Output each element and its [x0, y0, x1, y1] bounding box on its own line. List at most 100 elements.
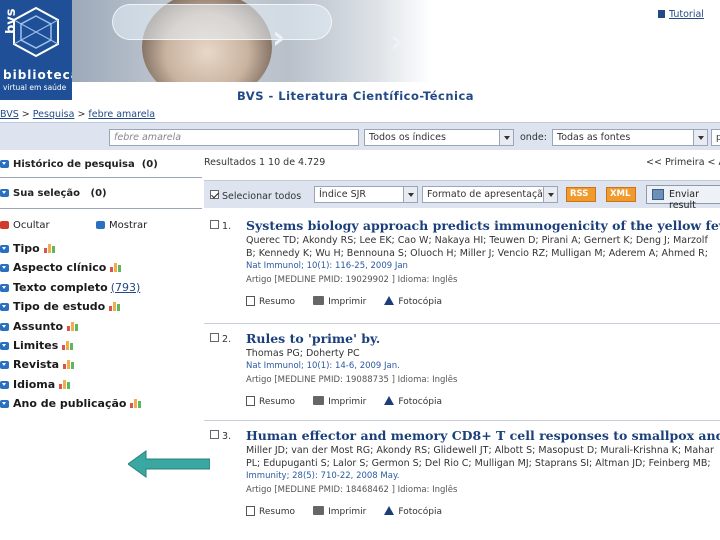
facet-label: Ano de publicação [13, 397, 127, 411]
expand-arrow-icon [0, 361, 9, 370]
result-source[interactable]: Nat Immunol; 10(1): 14-6, 2009 Jan. [246, 361, 400, 371]
source-select[interactable]: Todas as fontes [552, 129, 708, 146]
send-icon [652, 189, 664, 200]
facet-item[interactable]: Aspecto clínico [0, 261, 122, 274]
action-label: Fotocópia [398, 507, 442, 517]
pagination[interactable]: << Primeira < Ant [646, 157, 720, 168]
document-icon [246, 396, 255, 406]
result-title-link[interactable]: Systems biology approach predicts immuno… [246, 218, 720, 233]
highlight-arrow-icon [128, 450, 210, 478]
result-title-link[interactable]: Rules to 'prime' by. [246, 331, 720, 346]
format-select-value: Formato de apresentação [427, 189, 549, 200]
tutorial-link[interactable]: Tutorial [658, 9, 704, 20]
chevron-down-icon [543, 187, 557, 202]
print-button[interactable]: Imprimir [313, 396, 366, 407]
action-label: Fotocópia [398, 397, 442, 407]
result-meta: Artigo [MEDLINE PMID: 19029902 ] Idioma:… [246, 275, 458, 285]
facet-item[interactable]: Tipo [0, 242, 56, 255]
xml-button[interactable]: XML [606, 187, 636, 202]
bar-chart-icon[interactable] [110, 263, 122, 273]
search-history-link[interactable]: Histórico de pesquisa (0) [0, 159, 158, 170]
expand-arrow-icon [0, 160, 9, 168]
show-facets-button[interactable]: Mostrar [96, 220, 147, 231]
action-label: Imprimir [328, 507, 367, 517]
breadcrumb-query[interactable]: febre amarela [88, 109, 155, 120]
banner-chevron-icon: › [390, 22, 404, 60]
summary-button[interactable]: Resumo [246, 396, 295, 407]
search-input[interactable] [109, 129, 359, 146]
facet-item[interactable]: Tipo de estudo [0, 300, 121, 313]
chevron-down-icon [693, 130, 707, 145]
printer-icon [313, 396, 325, 405]
sort-select[interactable]: Índice SJR [314, 186, 418, 203]
action-label: Resumo [259, 297, 296, 307]
facet-item[interactable]: Revista [0, 358, 75, 371]
checkbox-icon [210, 430, 219, 439]
result-source[interactable]: Immunity; 28(5): 710-22, 2008 May. [246, 471, 399, 481]
result-source[interactable]: Nat Immunol; 10(1): 116-25, 2009 Jan [246, 261, 408, 271]
bar-chart-icon[interactable] [43, 244, 56, 253]
chevron-down-icon [499, 130, 513, 145]
format-select[interactable]: Formato de apresentação [422, 186, 558, 203]
source-select-value: Todas as fontes [557, 132, 631, 143]
history-label: Histórico de pesquisa [13, 159, 135, 170]
result-checkbox[interactable]: 2. [210, 333, 231, 345]
facet-item[interactable]: Ano de publicação [0, 397, 142, 410]
send-results-button[interactable]: Enviar result [646, 185, 720, 211]
breadcrumb-bvs[interactable]: BVS [0, 109, 19, 120]
where-label: onde: [520, 132, 547, 143]
rss-button[interactable]: RSS [566, 187, 596, 202]
banner-chevron-icon: › [272, 18, 286, 56]
result-number: 2. [222, 334, 232, 345]
bvs-logo[interactable]: bvs biblioteca virtual em saúde [0, 0, 79, 100]
history-count: (0) [141, 159, 158, 170]
divider [0, 177, 202, 178]
index-select[interactable]: Todos os índices [364, 129, 514, 146]
facet-item[interactable]: Assunto [0, 320, 79, 333]
facet-label: Tipo de estudo [13, 300, 106, 314]
checkbox-icon [210, 220, 219, 229]
bvs-logo-wordmark: bvs [4, 8, 19, 34]
print-button[interactable]: Imprimir [313, 506, 366, 517]
your-selection-link[interactable]: Sua seleção (0) [0, 188, 107, 199]
tutorial-icon [658, 10, 665, 18]
checkbox-checked-icon [210, 190, 219, 199]
result-meta: Artigo [MEDLINE PMID: 18468462 ] Idioma:… [246, 485, 458, 495]
facet-label: Tipo [13, 242, 40, 255]
facet-count[interactable]: (793) [111, 281, 141, 294]
result-title-link[interactable]: Human effector and memory CD8+ T cell re… [246, 428, 720, 443]
photocopy-button[interactable]: Fotocópia [384, 396, 442, 407]
expand-arrow-icon [0, 380, 9, 389]
expand-arrow-icon [0, 400, 9, 409]
summary-button[interactable]: Resumo [246, 296, 295, 307]
header-banner-image: › › [72, 0, 432, 82]
facet-item[interactable]: Limites [0, 339, 74, 352]
bar-chart-icon[interactable] [59, 379, 71, 389]
bar-chart-icon[interactable] [67, 321, 79, 331]
result-meta: Artigo [MEDLINE PMID: 19088735 ] Idioma:… [246, 375, 458, 385]
print-button[interactable]: Imprimir [313, 296, 366, 307]
selection-label: Sua seleção [13, 188, 81, 199]
photocopy-button[interactable]: Fotocópia [384, 506, 442, 517]
photocopy-button[interactable]: Fotocópia [384, 296, 442, 307]
search-bar: Todos os índices onde: Todas as fontes p [0, 122, 720, 150]
select-all-checkbox[interactable]: Selecionar todos [210, 190, 301, 202]
result-checkbox[interactable]: 1. [210, 220, 231, 232]
bar-chart-icon[interactable] [63, 360, 75, 370]
hide-facets-button[interactable]: Ocultar [0, 220, 50, 231]
index-select-value: Todos os índices [369, 132, 446, 143]
hide-icon [0, 221, 9, 229]
bar-chart-icon[interactable] [62, 341, 74, 350]
bar-chart-icon[interactable] [130, 399, 142, 409]
bar-chart-icon[interactable] [109, 302, 121, 312]
document-icon [246, 506, 255, 516]
breadcrumb-pesquisa[interactable]: Pesquisa [33, 109, 75, 120]
facet-item[interactable]: Texto completo (793) [0, 281, 140, 294]
result-authors: Thomas PG; Doherty PC [246, 348, 360, 359]
facet-item[interactable]: Idioma [0, 378, 71, 391]
search-button-partial[interactable]: p [711, 129, 720, 146]
summary-button[interactable]: Resumo [246, 506, 295, 517]
result-checkbox[interactable]: 3. [210, 430, 231, 442]
breadcrumb: BVS > Pesquisa > febre amarela [0, 109, 155, 120]
expand-arrow-icon [0, 189, 9, 197]
